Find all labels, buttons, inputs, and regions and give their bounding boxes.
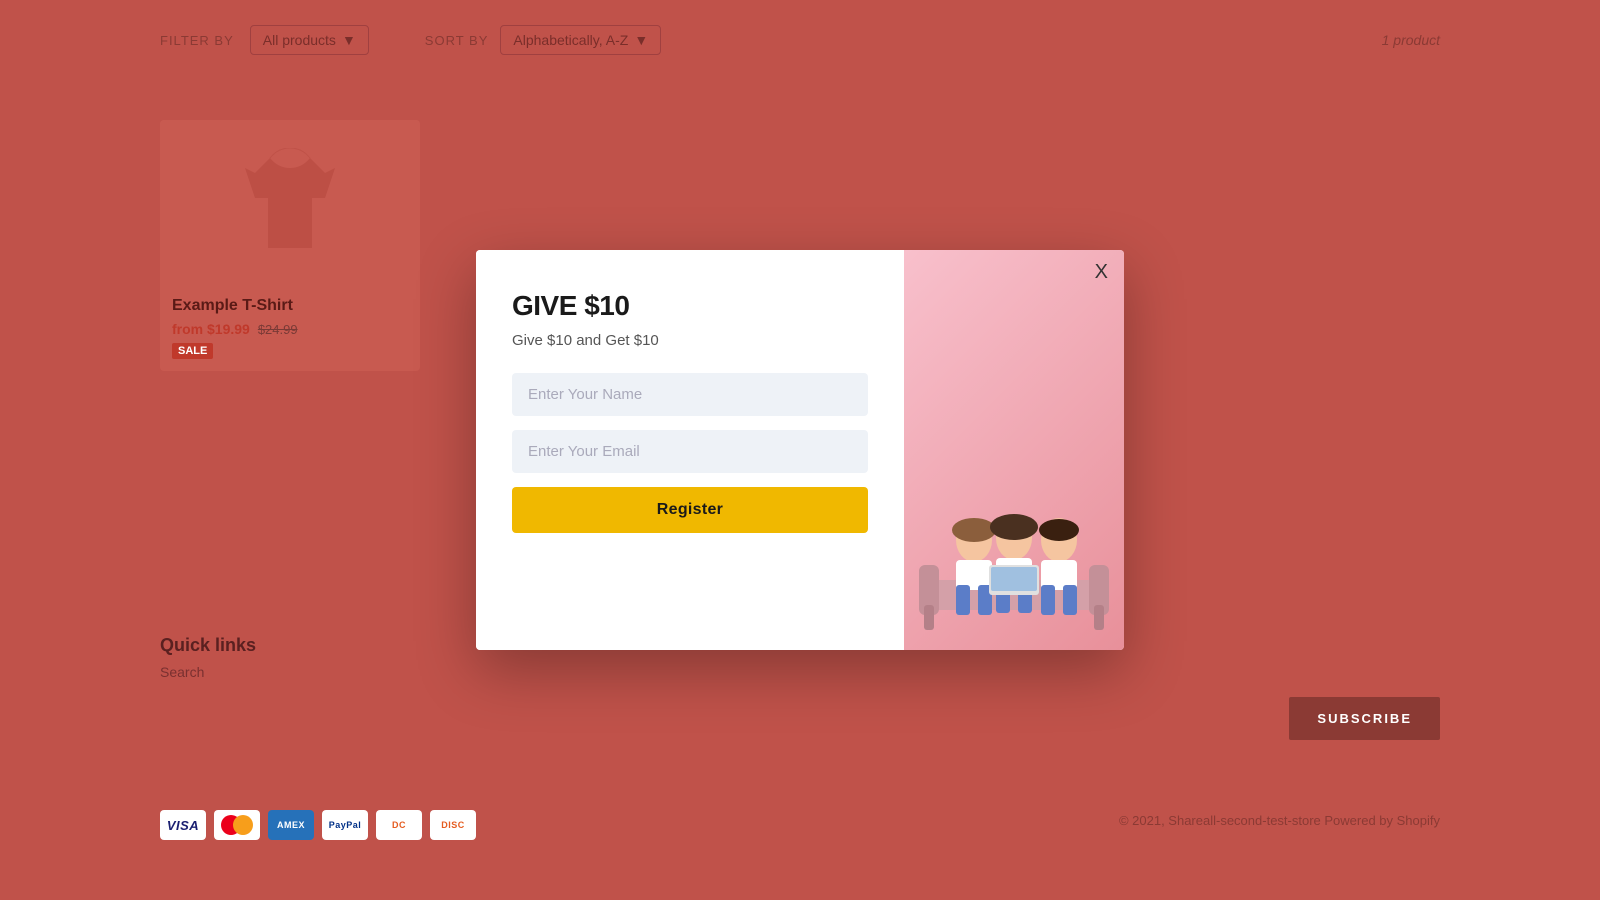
modal-subtitle: Give $10 and Get $10 <box>512 332 868 349</box>
modal-overlay: X GIVE $10 Give $10 and Get $10 Register <box>0 0 1600 900</box>
register-button[interactable]: Register <box>512 487 868 533</box>
modal-title: GIVE $10 <box>512 290 868 322</box>
modal-dialog: X GIVE $10 Give $10 and Get $10 Register <box>476 250 1124 650</box>
modal-right <box>904 250 1124 650</box>
name-input[interactable] <box>512 373 868 416</box>
women-illustration <box>914 430 1114 650</box>
modal-left: GIVE $10 Give $10 and Get $10 Register <box>476 250 904 650</box>
email-input[interactable] <box>512 430 868 473</box>
close-button[interactable]: X <box>1095 262 1108 282</box>
modal-illustration <box>904 250 1124 650</box>
